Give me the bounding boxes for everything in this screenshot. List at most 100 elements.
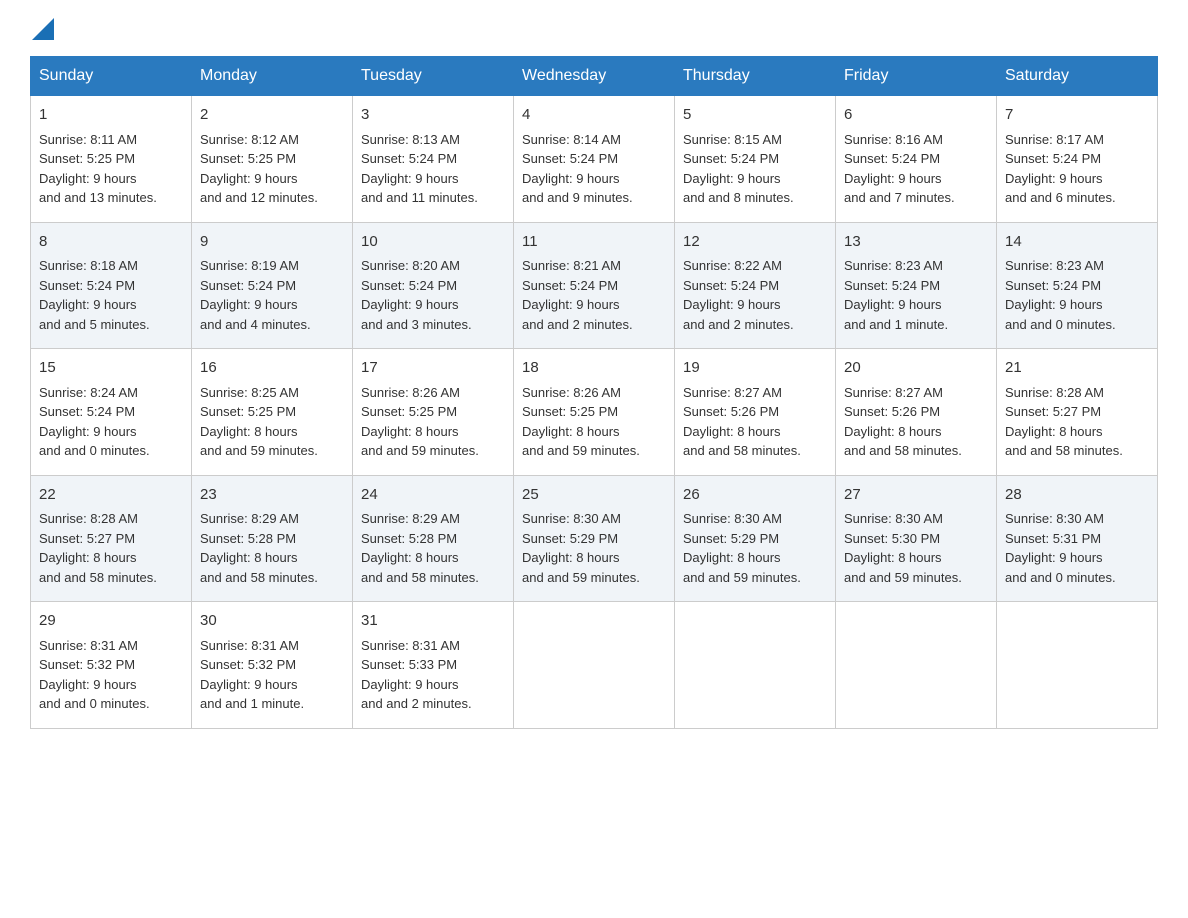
day-number: 4 <box>522 104 666 127</box>
day-info: Sunrise: 8:23 AMSunset: 5:24 PMDaylight:… <box>1005 258 1116 332</box>
day-info: Sunrise: 8:23 AMSunset: 5:24 PMDaylight:… <box>844 258 948 332</box>
calendar-cell: 1 Sunrise: 8:11 AMSunset: 5:25 PMDayligh… <box>31 96 192 223</box>
day-info: Sunrise: 8:27 AMSunset: 5:26 PMDaylight:… <box>683 385 801 459</box>
header-sunday: Sunday <box>31 57 192 96</box>
calendar-cell <box>997 602 1158 729</box>
day-number: 29 <box>39 610 183 633</box>
day-number: 28 <box>1005 484 1149 507</box>
week-row-3: 15 Sunrise: 8:24 AMSunset: 5:24 PMDaylig… <box>31 349 1158 476</box>
calendar-cell: 21 Sunrise: 8:28 AMSunset: 5:27 PMDaylig… <box>997 349 1158 476</box>
calendar-cell: 20 Sunrise: 8:27 AMSunset: 5:26 PMDaylig… <box>836 349 997 476</box>
day-info: Sunrise: 8:31 AMSunset: 5:32 PMDaylight:… <box>200 638 304 712</box>
header-saturday: Saturday <box>997 57 1158 96</box>
day-info: Sunrise: 8:24 AMSunset: 5:24 PMDaylight:… <box>39 385 150 459</box>
calendar-cell: 5 Sunrise: 8:15 AMSunset: 5:24 PMDayligh… <box>675 96 836 223</box>
day-number: 9 <box>200 231 344 254</box>
header-monday: Monday <box>192 57 353 96</box>
calendar-table: SundayMondayTuesdayWednesdayThursdayFrid… <box>30 56 1158 729</box>
day-number: 13 <box>844 231 988 254</box>
calendar-cell: 17 Sunrise: 8:26 AMSunset: 5:25 PMDaylig… <box>353 349 514 476</box>
day-info: Sunrise: 8:30 AMSunset: 5:29 PMDaylight:… <box>683 511 801 585</box>
header-thursday: Thursday <box>675 57 836 96</box>
calendar-cell: 30 Sunrise: 8:31 AMSunset: 5:32 PMDaylig… <box>192 602 353 729</box>
day-info: Sunrise: 8:28 AMSunset: 5:27 PMDaylight:… <box>39 511 157 585</box>
day-number: 2 <box>200 104 344 127</box>
day-info: Sunrise: 8:21 AMSunset: 5:24 PMDaylight:… <box>522 258 633 332</box>
calendar-cell: 4 Sunrise: 8:14 AMSunset: 5:24 PMDayligh… <box>514 96 675 223</box>
calendar-cell: 15 Sunrise: 8:24 AMSunset: 5:24 PMDaylig… <box>31 349 192 476</box>
week-row-2: 8 Sunrise: 8:18 AMSunset: 5:24 PMDayligh… <box>31 222 1158 349</box>
calendar-cell: 3 Sunrise: 8:13 AMSunset: 5:24 PMDayligh… <box>353 96 514 223</box>
calendar-cell: 7 Sunrise: 8:17 AMSunset: 5:24 PMDayligh… <box>997 96 1158 223</box>
logo-triangle-icon <box>32 18 54 40</box>
day-info: Sunrise: 8:20 AMSunset: 5:24 PMDaylight:… <box>361 258 472 332</box>
calendar-cell: 8 Sunrise: 8:18 AMSunset: 5:24 PMDayligh… <box>31 222 192 349</box>
calendar-cell: 28 Sunrise: 8:30 AMSunset: 5:31 PMDaylig… <box>997 475 1158 602</box>
day-number: 5 <box>683 104 827 127</box>
day-number: 10 <box>361 231 505 254</box>
calendar-cell: 25 Sunrise: 8:30 AMSunset: 5:29 PMDaylig… <box>514 475 675 602</box>
day-number: 17 <box>361 357 505 380</box>
day-number: 7 <box>1005 104 1149 127</box>
day-number: 23 <box>200 484 344 507</box>
day-info: Sunrise: 8:27 AMSunset: 5:26 PMDaylight:… <box>844 385 962 459</box>
calendar-cell: 22 Sunrise: 8:28 AMSunset: 5:27 PMDaylig… <box>31 475 192 602</box>
day-info: Sunrise: 8:25 AMSunset: 5:25 PMDaylight:… <box>200 385 318 459</box>
calendar-cell: 19 Sunrise: 8:27 AMSunset: 5:26 PMDaylig… <box>675 349 836 476</box>
day-number: 24 <box>361 484 505 507</box>
day-number: 25 <box>522 484 666 507</box>
day-number: 6 <box>844 104 988 127</box>
day-number: 15 <box>39 357 183 380</box>
day-number: 31 <box>361 610 505 633</box>
calendar-cell: 23 Sunrise: 8:29 AMSunset: 5:28 PMDaylig… <box>192 475 353 602</box>
day-number: 12 <box>683 231 827 254</box>
week-row-5: 29 Sunrise: 8:31 AMSunset: 5:32 PMDaylig… <box>31 602 1158 729</box>
day-number: 8 <box>39 231 183 254</box>
calendar-cell <box>836 602 997 729</box>
calendar-cell <box>675 602 836 729</box>
day-info: Sunrise: 8:12 AMSunset: 5:25 PMDaylight:… <box>200 132 318 206</box>
day-number: 30 <box>200 610 344 633</box>
header-wednesday: Wednesday <box>514 57 675 96</box>
calendar-cell: 11 Sunrise: 8:21 AMSunset: 5:24 PMDaylig… <box>514 222 675 349</box>
day-number: 16 <box>200 357 344 380</box>
day-info: Sunrise: 8:11 AMSunset: 5:25 PMDaylight:… <box>39 132 157 206</box>
day-info: Sunrise: 8:26 AMSunset: 5:25 PMDaylight:… <box>522 385 640 459</box>
header-friday: Friday <box>836 57 997 96</box>
day-number: 19 <box>683 357 827 380</box>
calendar-cell: 24 Sunrise: 8:29 AMSunset: 5:28 PMDaylig… <box>353 475 514 602</box>
day-info: Sunrise: 8:16 AMSunset: 5:24 PMDaylight:… <box>844 132 955 206</box>
page-header <box>30 20 1158 36</box>
day-info: Sunrise: 8:29 AMSunset: 5:28 PMDaylight:… <box>200 511 318 585</box>
calendar-cell: 29 Sunrise: 8:31 AMSunset: 5:32 PMDaylig… <box>31 602 192 729</box>
day-info: Sunrise: 8:29 AMSunset: 5:28 PMDaylight:… <box>361 511 479 585</box>
day-info: Sunrise: 8:31 AMSunset: 5:32 PMDaylight:… <box>39 638 150 712</box>
calendar-cell: 12 Sunrise: 8:22 AMSunset: 5:24 PMDaylig… <box>675 222 836 349</box>
day-number: 3 <box>361 104 505 127</box>
calendar-cell: 27 Sunrise: 8:30 AMSunset: 5:30 PMDaylig… <box>836 475 997 602</box>
day-number: 26 <box>683 484 827 507</box>
week-row-4: 22 Sunrise: 8:28 AMSunset: 5:27 PMDaylig… <box>31 475 1158 602</box>
calendar-cell: 18 Sunrise: 8:26 AMSunset: 5:25 PMDaylig… <box>514 349 675 476</box>
calendar-header-row: SundayMondayTuesdayWednesdayThursdayFrid… <box>31 57 1158 96</box>
calendar-cell: 31 Sunrise: 8:31 AMSunset: 5:33 PMDaylig… <box>353 602 514 729</box>
day-number: 20 <box>844 357 988 380</box>
calendar-cell: 16 Sunrise: 8:25 AMSunset: 5:25 PMDaylig… <box>192 349 353 476</box>
day-number: 21 <box>1005 357 1149 380</box>
day-info: Sunrise: 8:18 AMSunset: 5:24 PMDaylight:… <box>39 258 150 332</box>
day-number: 27 <box>844 484 988 507</box>
calendar-cell: 6 Sunrise: 8:16 AMSunset: 5:24 PMDayligh… <box>836 96 997 223</box>
day-info: Sunrise: 8:17 AMSunset: 5:24 PMDaylight:… <box>1005 132 1116 206</box>
day-number: 22 <box>39 484 183 507</box>
day-info: Sunrise: 8:13 AMSunset: 5:24 PMDaylight:… <box>361 132 478 206</box>
day-info: Sunrise: 8:19 AMSunset: 5:24 PMDaylight:… <box>200 258 311 332</box>
day-number: 1 <box>39 104 183 127</box>
day-info: Sunrise: 8:22 AMSunset: 5:24 PMDaylight:… <box>683 258 794 332</box>
day-number: 18 <box>522 357 666 380</box>
day-info: Sunrise: 8:14 AMSunset: 5:24 PMDaylight:… <box>522 132 633 206</box>
calendar-cell: 9 Sunrise: 8:19 AMSunset: 5:24 PMDayligh… <box>192 222 353 349</box>
calendar-cell: 2 Sunrise: 8:12 AMSunset: 5:25 PMDayligh… <box>192 96 353 223</box>
day-info: Sunrise: 8:15 AMSunset: 5:24 PMDaylight:… <box>683 132 794 206</box>
header-tuesday: Tuesday <box>353 57 514 96</box>
day-info: Sunrise: 8:30 AMSunset: 5:31 PMDaylight:… <box>1005 511 1116 585</box>
